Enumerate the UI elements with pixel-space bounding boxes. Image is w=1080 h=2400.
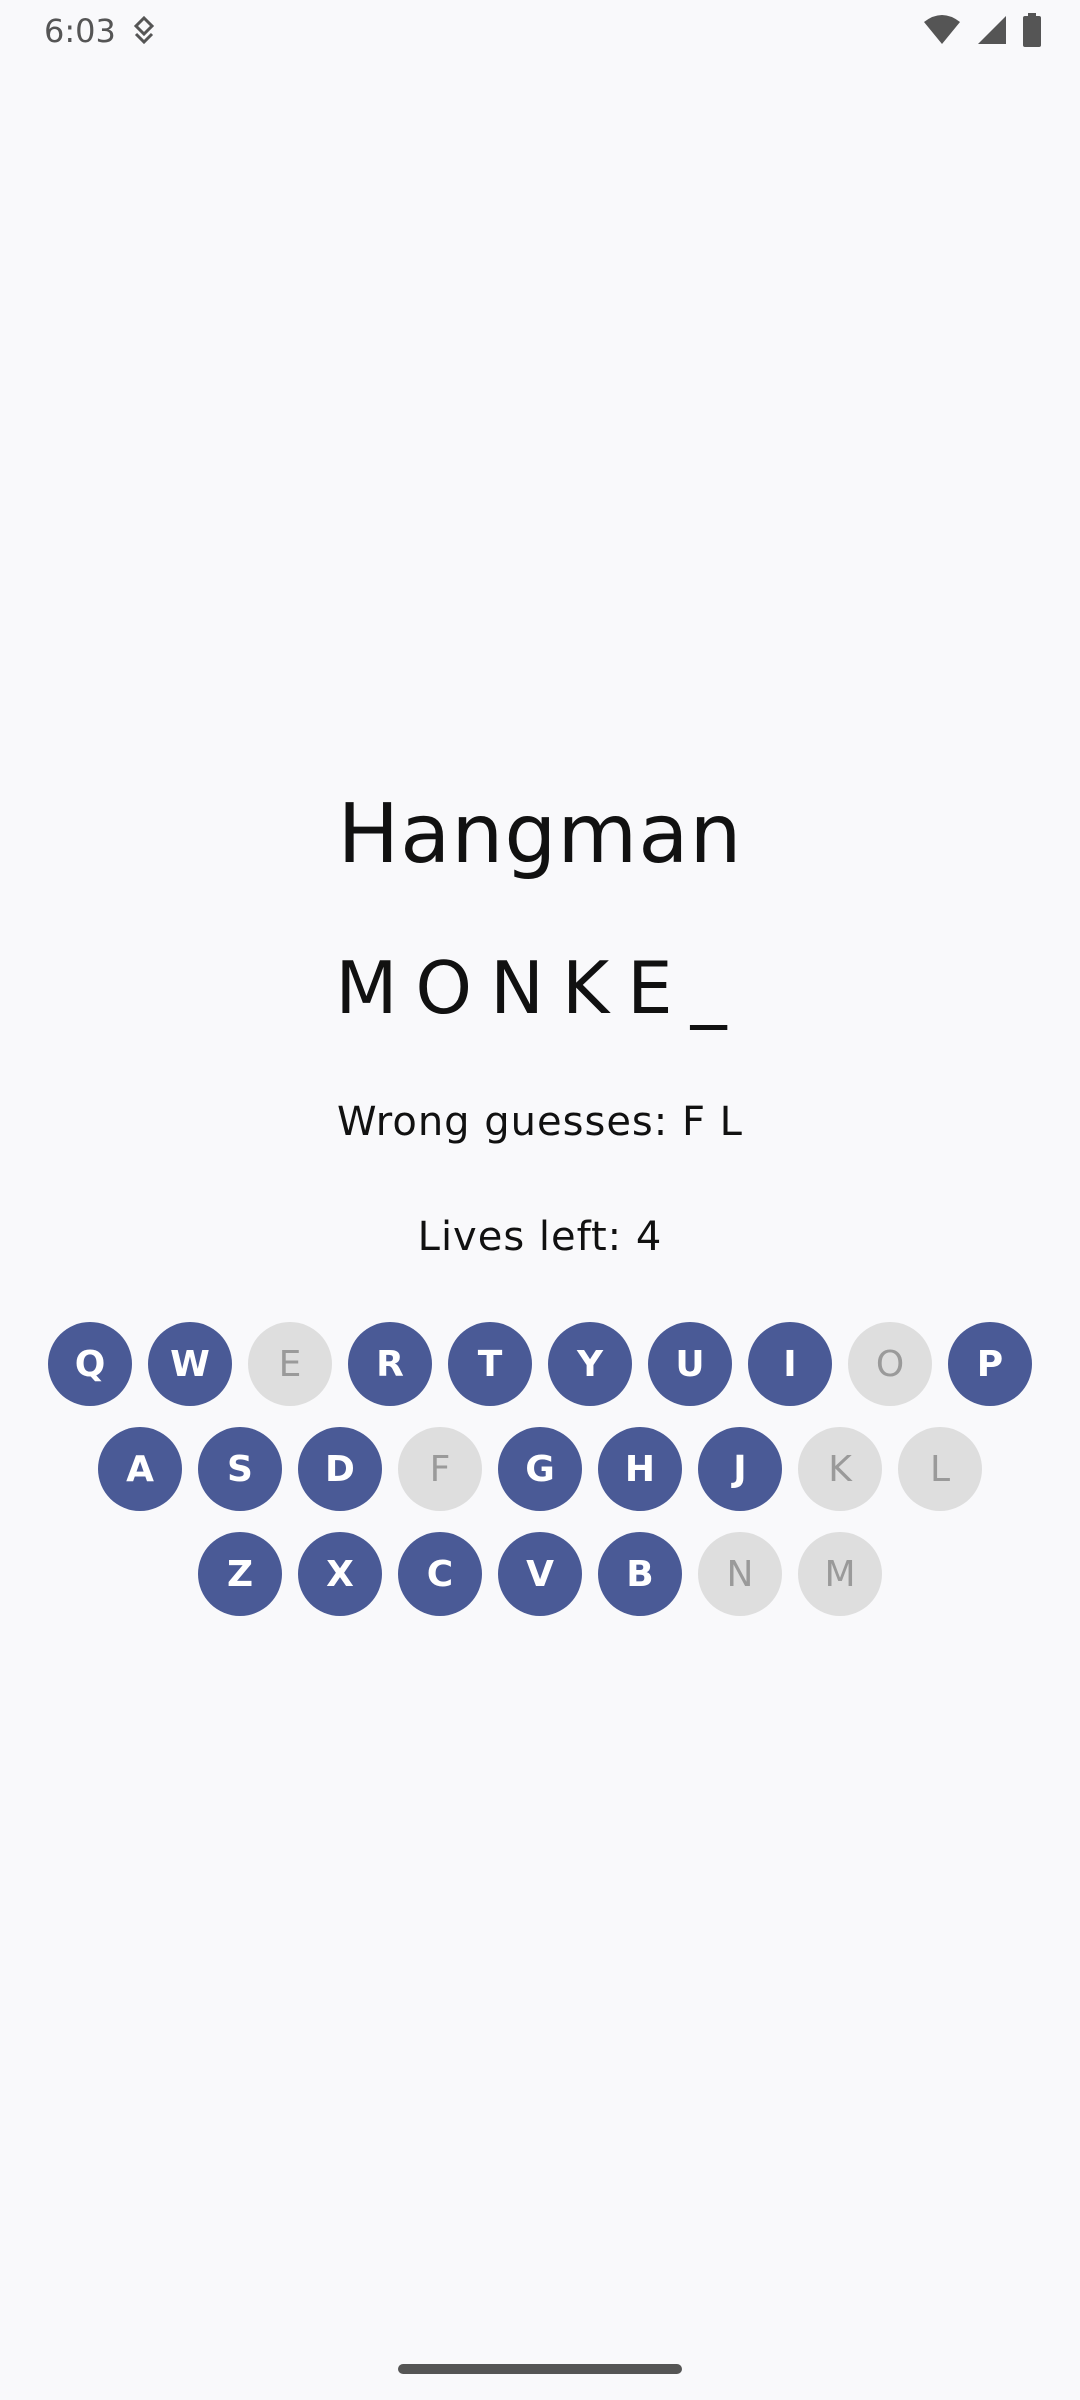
key-l[interactable]: L	[898, 1427, 982, 1511]
lives-left-text: Lives left: 4	[417, 1214, 663, 1260]
key-f[interactable]: F	[398, 1427, 482, 1511]
page-title: Hangman	[337, 787, 743, 882]
key-x[interactable]: X	[298, 1532, 382, 1616]
key-j[interactable]: J	[698, 1427, 782, 1511]
key-h[interactable]: H	[598, 1427, 682, 1511]
keyboard-row-1: QWERTYUIOP	[0, 1322, 1080, 1406]
key-m[interactable]: M	[798, 1532, 882, 1616]
wifi-icon	[922, 14, 962, 46]
key-e[interactable]: E	[248, 1322, 332, 1406]
keyboard-row-2: ASDFGHJKL	[0, 1427, 1080, 1511]
key-t[interactable]: T	[448, 1322, 532, 1406]
key-a[interactable]: A	[98, 1427, 182, 1511]
status-bar: 6:03	[0, 0, 1080, 62]
key-b[interactable]: B	[598, 1532, 682, 1616]
status-time: 6:03	[44, 12, 116, 50]
key-n[interactable]: N	[698, 1532, 782, 1616]
key-y[interactable]: Y	[548, 1322, 632, 1406]
signal-icon	[976, 14, 1008, 46]
key-p[interactable]: P	[948, 1322, 1032, 1406]
wrong-guesses-text: Wrong guesses: F L	[337, 1099, 743, 1145]
key-o[interactable]: O	[848, 1322, 932, 1406]
home-indicator[interactable]	[398, 2364, 682, 2374]
key-s[interactable]: S	[198, 1427, 282, 1511]
key-i[interactable]: I	[748, 1322, 832, 1406]
key-k[interactable]: K	[798, 1427, 882, 1511]
key-d[interactable]: D	[298, 1427, 382, 1511]
word-display: MONKE_	[335, 946, 745, 1030]
battery-icon	[1022, 13, 1042, 47]
key-q[interactable]: Q	[48, 1322, 132, 1406]
key-r[interactable]: R	[348, 1322, 432, 1406]
key-v[interactable]: V	[498, 1532, 582, 1616]
download-icon	[130, 15, 158, 46]
key-g[interactable]: G	[498, 1427, 582, 1511]
status-icons	[922, 12, 1042, 48]
key-z[interactable]: Z	[198, 1532, 282, 1616]
key-u[interactable]: U	[648, 1322, 732, 1406]
keyboard-row-3: ZXCVBNM	[0, 1532, 1080, 1616]
key-c[interactable]: C	[398, 1532, 482, 1616]
key-w[interactable]: W	[148, 1322, 232, 1406]
